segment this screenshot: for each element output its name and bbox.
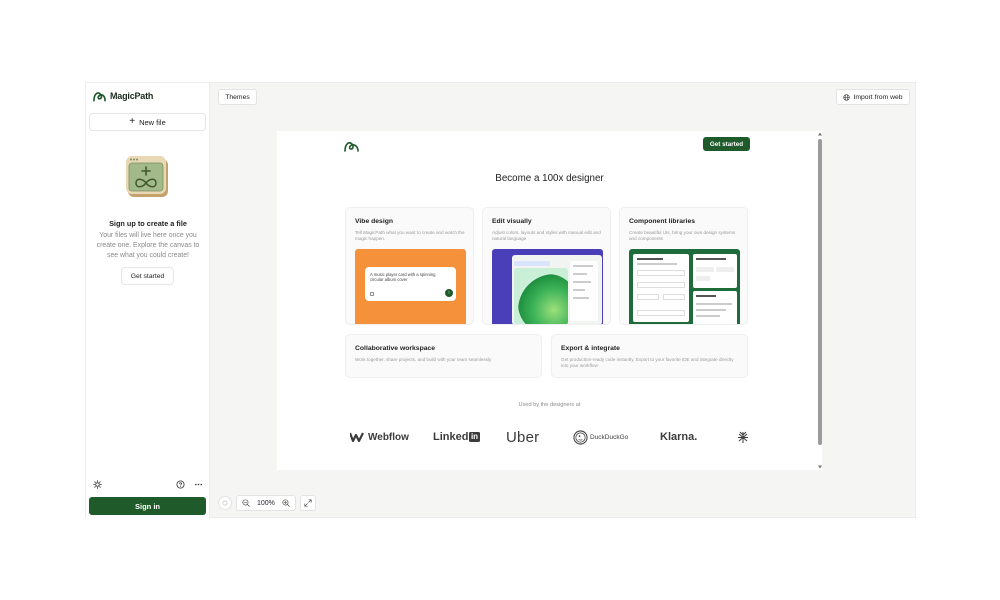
sun-icon[interactable] [92, 479, 102, 489]
scroll-up-icon[interactable] [817, 131, 823, 137]
canvas-get-started-button[interactable]: Get started [703, 137, 750, 151]
sign-in-button[interactable]: Sign in [89, 497, 206, 515]
card-title: Vibe design [355, 218, 394, 225]
circle-icon [222, 500, 228, 506]
scroll-down-icon[interactable] [817, 464, 823, 470]
linkedin-logo: Linked in [433, 431, 480, 443]
pointer-mode-button[interactable] [218, 496, 232, 510]
card-component-libraries[interactable]: Component libraries Create beautiful UIs… [619, 207, 748, 325]
zoom-in-icon[interactable] [282, 499, 290, 507]
duck-icon [573, 429, 588, 445]
logo[interactable]: MagicPath [93, 90, 153, 102]
new-file-button[interactable]: + New file [89, 113, 206, 131]
hero-title: Become a 100x designer [495, 173, 604, 184]
card-title: Component libraries [629, 218, 696, 225]
ant-icon [738, 431, 748, 443]
card-collaborative-workspace[interactable]: Collaborative workspace Work together, s… [345, 334, 542, 378]
card-description: Create beautiful UIs, bring your own des… [629, 230, 736, 242]
signup-title: Sign up to create a file [109, 219, 187, 228]
used-by-label: Used by the designers at [518, 402, 581, 408]
webflow-logo: Webflow [350, 428, 409, 446]
card-description: Get production-ready code instantly. Exp… [561, 357, 734, 369]
canvas-scrollbar[interactable] [817, 131, 823, 471]
prompt-box: A music player card with a spinning circ… [365, 267, 456, 301]
duckduckgo-logo: DuckDuckGo [573, 428, 628, 446]
new-file-label: New file [139, 117, 166, 127]
plus-icon: + [129, 116, 136, 127]
brand-name: MagicPath [110, 91, 154, 101]
more-icon[interactable] [193, 479, 203, 489]
signup-description: Your files will live here once you creat… [96, 232, 200, 259]
library-preview [629, 249, 740, 324]
import-label: Import from web [853, 93, 903, 101]
fullscreen-button[interactable] [299, 495, 316, 511]
sidebar-footer [92, 479, 204, 491]
zoom-group: 100% [236, 495, 296, 511]
magicpath-logo-icon [93, 92, 106, 102]
themes-button[interactable]: Themes [218, 89, 257, 105]
card-vibe-design[interactable]: Vibe design Tell MagicPath what you want… [345, 207, 474, 325]
edit-preview [492, 249, 603, 324]
send-icon: ↑ [445, 289, 453, 297]
zoom-out-icon[interactable] [242, 499, 250, 507]
canvas-preview[interactable]: Get started Become a 100x designer Vibe … [277, 131, 822, 470]
canvas-logo-icon [344, 142, 359, 152]
scroll-thumb[interactable] [818, 139, 822, 445]
vibe-preview: A music player card with a spinning circ… [355, 249, 466, 324]
webflow-icon [350, 432, 364, 442]
help-icon[interactable] [175, 479, 185, 489]
prompt-text: A music player card with a spinning circ… [370, 272, 436, 283]
app-window: MagicPath + New file Sign up to create a… [85, 82, 916, 519]
empty-file-illustration-icon [126, 156, 168, 197]
globe-icon [843, 93, 851, 101]
card-title: Edit visually [492, 218, 532, 225]
card-export-integrate[interactable]: Export & integrate Get production-ready … [551, 334, 748, 378]
ant-logo [737, 428, 749, 446]
card-description: Work together, share projects, and build… [355, 357, 492, 362]
sidebar-get-started-button[interactable]: Get started [121, 267, 174, 285]
sidebar: MagicPath + New file Sign up to create a… [86, 83, 210, 519]
card-title: Collaborative workspace [355, 345, 436, 352]
card-description: Tell MagicPath what you want to create a… [355, 230, 465, 242]
card-description: Adjust colors, layouts and styles with m… [492, 230, 601, 242]
card-edit-visually[interactable]: Edit visually Adjust colors, layouts and… [482, 207, 611, 325]
attach-icon [370, 292, 374, 296]
expand-icon [304, 499, 312, 507]
uber-logo: Uber [506, 428, 540, 446]
klarna-logo: Klarna. [660, 431, 698, 443]
zoom-controls: 100% [218, 494, 316, 512]
card-title: Export & integrate [561, 345, 620, 352]
import-from-web-button[interactable]: Import from web [836, 89, 910, 105]
zoom-level[interactable]: 100% [257, 500, 275, 507]
